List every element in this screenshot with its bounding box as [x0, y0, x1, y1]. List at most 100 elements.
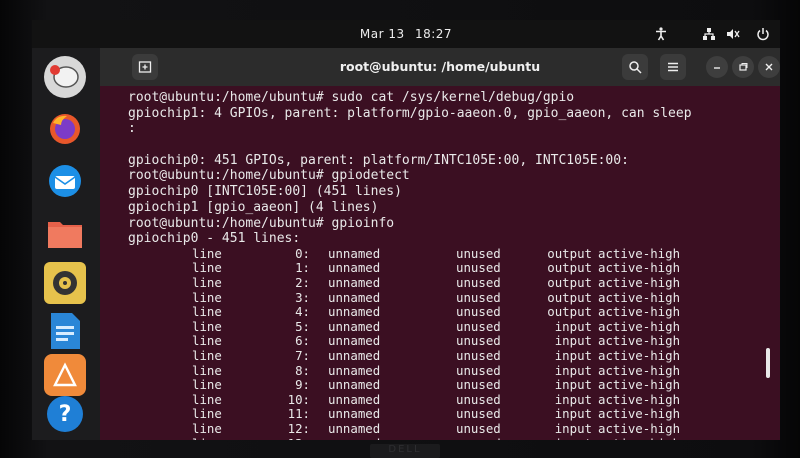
gpio-num: 10:: [287, 391, 310, 407]
gpio-label: line: [192, 377, 222, 393]
gpio-dir: output: [547, 245, 592, 261]
gpio-num: 2:: [295, 275, 310, 291]
network-icon[interactable]: [700, 25, 718, 43]
gpio-dir: input: [554, 421, 592, 436]
gpio-name: unnamed: [328, 421, 381, 436]
gpio-dir: input: [554, 348, 592, 364]
gpio-line-row: line 2: unnamed unused output active-high: [128, 275, 780, 291]
gpio-active: active-high: [598, 260, 681, 276]
screen: Mar 13 18:27 ? root@ubuntu: /home/ubuntu…: [32, 20, 780, 440]
gpio-num: 1:: [295, 260, 310, 276]
dock-files[interactable]: [44, 212, 86, 254]
search-button[interactable]: [622, 54, 648, 80]
gpio-num: 7:: [295, 348, 310, 364]
speech-bubble-icon: [50, 65, 79, 88]
gpio-name: unnamed: [328, 289, 381, 305]
gpio-label: line: [192, 304, 222, 320]
gpio-num: 6:: [295, 333, 310, 349]
gpio-name: unnamed: [328, 275, 381, 291]
gpio-active: active-high: [598, 362, 681, 378]
close-button[interactable]: [758, 56, 780, 78]
search-icon: [629, 61, 642, 74]
menu-button[interactable]: [660, 54, 686, 80]
gpio-status: unused: [456, 275, 501, 291]
gpio-line-row: line13:unnamedunusedinputactive-high: [128, 436, 780, 440]
gpio-status: unused: [456, 304, 501, 320]
gpio-num: 9:: [295, 377, 310, 393]
volume-icon[interactable]: [724, 25, 742, 43]
gpio-label: line: [192, 333, 222, 349]
output-line: root@ubuntu:/home/ubuntu# gpiodetect: [128, 168, 410, 184]
gpio-line-row: line 9: unnamed unused input active-high: [128, 378, 780, 393]
gpio-name: unnamed: [328, 333, 381, 349]
gpio-dir: output: [547, 289, 592, 305]
gpio-num: 13:: [256, 436, 328, 440]
question-mark-icon: ?: [58, 401, 72, 427]
maximize-button[interactable]: [732, 56, 754, 78]
gpio-num: 11:: [287, 406, 310, 422]
gpio-num: 0:: [295, 245, 310, 261]
gpio-status: unused: [456, 406, 501, 422]
dock-help[interactable]: ?: [47, 396, 83, 432]
firefox-icon: [50, 114, 80, 144]
terminal-header: root@ubuntu: /home/ubuntu: [100, 48, 780, 86]
gpio-num: 3:: [295, 289, 310, 305]
gpio-line-row: line 3: unnamed unused output active-high: [128, 289, 780, 306]
minimize-button[interactable]: [706, 56, 728, 78]
gpio-active: active-high: [598, 377, 681, 393]
gpio-label: line: [192, 362, 222, 378]
gpio-dir: output: [547, 260, 592, 276]
gpio-status: unused: [456, 421, 501, 436]
monitor-logo: DELL: [370, 444, 440, 458]
gpio-label: line: [192, 421, 222, 436]
accessibility-icon[interactable]: [652, 25, 670, 43]
output-line: gpiochip0: 451 GPIOs, parent: platform/I…: [128, 152, 629, 168]
gpio-name: unnamed: [328, 377, 381, 393]
dock: ?: [32, 48, 100, 440]
gpio-status: unused: [456, 260, 501, 276]
power-icon[interactable]: [754, 25, 772, 43]
gpio-num: 12:: [287, 421, 310, 436]
folder-icon: [48, 222, 82, 248]
gpio-status: unused: [456, 289, 501, 305]
gpio-status: unused: [456, 333, 501, 349]
gpio-num: 5:: [295, 318, 310, 334]
close-icon: [765, 63, 773, 71]
dock-app-center[interactable]: [44, 354, 86, 396]
gpio-label: line: [192, 318, 222, 334]
output-line: :: [128, 121, 136, 137]
gpio-line-row: line 11: unnamed unused input active-high: [128, 407, 780, 422]
dock-help-bubble-app[interactable]: [44, 56, 86, 98]
terminal-output[interactable]: root@ubuntu:/home/ubuntu# sudo cat /sys/…: [100, 86, 780, 440]
gpio-status: unused: [456, 348, 501, 364]
document-icon: [51, 313, 80, 349]
gpio-line-row: line 1: unnamed unused output active-high: [128, 261, 780, 276]
gpio-name: unnamed: [328, 348, 381, 364]
gpio-dir: input: [554, 318, 592, 334]
gpio-line-row: line 7: unnamed unused input active-high: [128, 348, 780, 364]
scrollbar[interactable]: [766, 348, 770, 378]
gpio-status: unused: [456, 318, 501, 334]
speaker-icon: [53, 271, 77, 295]
gpio-name: unnamed: [328, 318, 381, 334]
dock-libreoffice-writer[interactable]: [44, 310, 86, 352]
gpio-line-row: line 5: unnamed unused input active-high: [128, 318, 780, 335]
clock-time: 18:27: [414, 27, 453, 41]
dock-rhythmbox[interactable]: [44, 262, 86, 304]
gpio-dir: input: [554, 377, 592, 393]
output-line: gpiochip1 [gpio_aaeon] (4 lines): [128, 199, 379, 215]
gpio-dir: input: [528, 436, 598, 440]
top-bar: Mar 13 18:27: [32, 20, 780, 48]
gpio-num: 8:: [295, 362, 310, 378]
gpio-line-row: line 10: unnamed unused input active-high: [128, 391, 780, 408]
gpio-name: unnamed: [328, 436, 456, 440]
gpio-active: active-high: [598, 304, 681, 320]
dock-thunderbird[interactable]: [44, 160, 86, 202]
dock-firefox[interactable]: [44, 108, 86, 150]
gpio-active: active-high: [598, 436, 708, 440]
gpio-name: unnamed: [328, 406, 381, 422]
gpio-status: unused: [456, 377, 501, 393]
gpio-active: active-high: [598, 275, 681, 291]
gpio-active: active-high: [598, 333, 681, 349]
